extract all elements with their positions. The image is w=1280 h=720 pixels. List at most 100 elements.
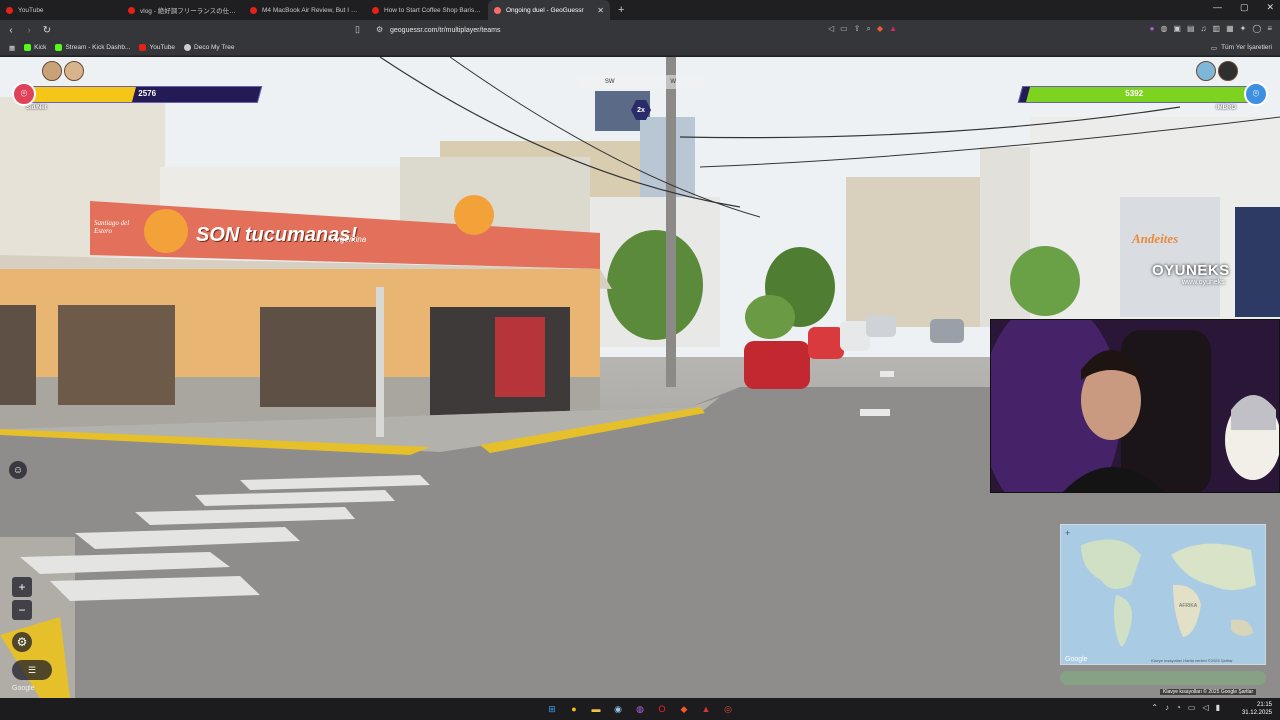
all-bookmarks[interactable]: ▭ Tüm Yer İşaretleri [1211,44,1272,52]
browser-toolbar: ‹ › ↻ ▯ ⚙ geoguessr.com/tr/multiplayer/t… [0,20,1280,40]
youtube-icon [250,6,257,14]
close-tab-icon[interactable]: ✕ [597,6,604,15]
maximize-icon[interactable]: ▢ [1240,2,1249,13]
app-icon[interactable]: ▲ [698,701,714,717]
avatar [1196,61,1216,81]
obs-icon[interactable]: ◍ [632,701,648,717]
bookmark-youtube[interactable]: YouTube [139,44,175,51]
system-tray: ⌃ ♪ ◔ ▭ ◁ ▮ [1151,703,1220,712]
brave-icon[interactable]: ◆ [676,701,692,717]
location-pin-icon: ⌾ [12,82,36,106]
map-attribution: Klavye kısayolları Harita verileri ©2025… [1151,658,1233,663]
geoguessr-icon [494,6,501,14]
bookmark-kick[interactable]: Kick [24,44,46,51]
forward-icon[interactable]: › [22,25,36,36]
map-google-logo: Google [1065,656,1088,663]
extension-icon[interactable]: ▤ [1187,24,1195,33]
chevron-up-icon[interactable]: ⌃ [1151,703,1158,712]
kick-icon [55,44,63,51]
notification-icon[interactable]: ◔ [1176,703,1181,712]
taskbar-clock[interactable]: 21:15 31.12.2025 [1242,701,1272,717]
mute-icon[interactable]: ◁ [828,24,834,34]
extension-icon[interactable]: ♫ [1201,24,1207,33]
zoom-in-button[interactable]: + [12,577,32,597]
map-footer: Klavye kısayolları © 2025 Google Şartlar [1160,689,1257,695]
clock-date: 31.12.2025 [1241,710,1272,716]
back-icon[interactable]: ‹ [4,25,18,36]
steam-icon[interactable]: ◉ [610,701,626,717]
volume-icon[interactable]: ◁ [1202,703,1208,712]
compass: SW W [577,75,704,89]
youtube-icon [128,6,135,14]
tab-title: M4 MacBook Air Review, But I Respe [262,6,360,14]
extension-icon[interactable]: ● [1150,24,1155,33]
oyuneks-brand-overlay: OYUNEKS www.oyuneks [1152,262,1230,286]
expand-map-icon[interactable]: + [1065,528,1070,538]
google-logo: Google [12,685,35,692]
opera-icon[interactable]: O [654,701,670,717]
tab-title: How to Start Coffee Shop Barista Lo [384,6,482,14]
streamer-webcam [990,319,1280,493]
right-team-name: IMBRO [1216,105,1236,111]
tab-3[interactable]: How to Start Coffee Shop Barista Lo [366,0,488,20]
youtube-icon [372,6,379,14]
tab-0[interactable]: YouTube [0,0,122,20]
bookmark-deco-my-tree[interactable]: Deco My Tree [184,44,234,51]
extension-icon[interactable]: ◍ [1160,24,1167,33]
windows-taskbar: ⊞ ● ▬ ◉ ◍ O ◆ ▲ ◎ ⌃ ♪ ◔ ▭ ◁ ▮ 21:15 31.1… [0,698,1280,720]
bookmark-label: Stream - Kick Dashb... [65,44,131,51]
left-team-avatars [42,61,84,81]
tab-1[interactable]: vlog - 絶好調フリーランスの仕事早くした [122,0,244,20]
folder-icon: ▭ [1210,45,1218,52]
bookmark-kick-dashboard[interactable]: Stream - Kick Dashb... [55,44,130,51]
avatar [42,61,62,81]
omnibox-icons: ◁ ▭ ⇪ ⌕ ◆ ▲ [828,24,897,34]
shop-sign-country: Argentina [332,235,367,244]
youtube-icon [139,44,147,51]
team-chat-icon[interactable]: ☰ [12,660,52,680]
bookmarks-bar: ▦ Kick Stream - Kick Dashb... YouTube De… [0,40,1280,56]
rewards-icon[interactable]: ▲ [889,24,897,34]
left-team-name: Sid/Net [26,105,47,111]
display-icon[interactable]: ▭ [1188,703,1196,712]
close-window-icon[interactable]: ✕ [1266,2,1274,13]
bookmark-label: YouTube [149,44,176,51]
minimize-icon[interactable]: — [1213,2,1222,13]
cast-icon[interactable]: ▭ [840,24,848,34]
brand-name: OYUNEKS [1152,262,1230,279]
share-icon[interactable]: ⇪ [854,24,861,34]
url-text: geoguessr.com/tr/multiplayer/teams [390,26,501,34]
bookmark-icon[interactable]: ▯ [355,24,360,35]
left-team-health-bar: 2576 [23,86,263,103]
chrome-icon[interactable]: ● [566,701,582,717]
guess-button[interactable] [1060,671,1266,685]
extension-icon[interactable]: ▣ [1173,24,1181,33]
streetview-panorama[interactable]: SON tucumanas! Santiago del Estero Argen… [0,57,1280,698]
guess-minimap[interactable]: AFRIKA Google Klavye kısayolları Harita … [1060,524,1266,665]
shop-sign-subtitle: Santiago del Estero [94,219,130,235]
site-info-icon[interactable]: ⚙ [376,25,383,34]
report-icon[interactable]: ☺ [9,461,27,479]
new-tab-button[interactable]: + [610,4,632,16]
zoom-icon[interactable]: ⌕ [866,24,870,34]
tab-2[interactable]: M4 MacBook Air Review, But I Respe [244,0,366,20]
zoom-out-button[interactable]: − [12,600,32,620]
extensions-puzzle-icon[interactable]: ✦ [1240,24,1247,33]
apps-grid-icon[interactable]: ▦ [9,44,15,52]
power-icon[interactable]: ▮ [1216,703,1220,712]
globe-icon [184,44,192,51]
menu-icon[interactable]: ≡ [1267,24,1272,33]
windows-start-icon[interactable]: ⊞ [544,701,560,717]
wallet-icon[interactable]: ▦ [1226,24,1234,33]
clock-time: 21:15 [1256,702,1272,708]
profile-icon[interactable]: ◯ [1252,24,1261,33]
app-icon[interactable]: ◎ [720,701,736,717]
sidebar-icon[interactable]: ▥ [1213,24,1221,33]
store-sign-text: Andeites [1132,231,1179,246]
file-explorer-icon[interactable]: ▬ [588,701,604,717]
tab-4-active[interactable]: Ongoing duel - GeoGuessr ✕ [488,0,610,20]
settings-gear-icon[interactable]: ⚙ [12,632,32,652]
microphone-icon[interactable]: ♪ [1165,703,1169,712]
brave-shield-icon[interactable]: ◆ [877,24,883,34]
reload-icon[interactable]: ↻ [40,25,54,36]
